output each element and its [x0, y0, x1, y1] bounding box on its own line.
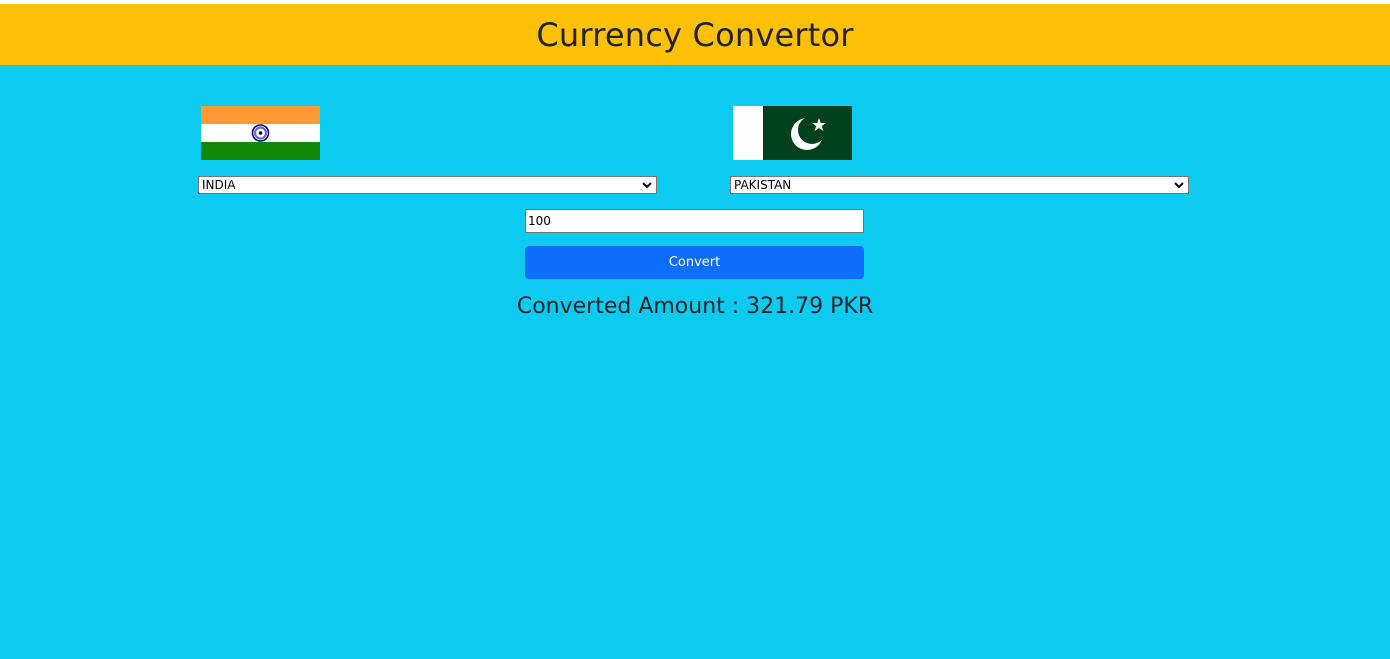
chevron-down-icon: [1174, 182, 1184, 189]
converted-amount-text: Converted Amount : 321.79 PKR: [516, 294, 874, 319]
from-country-select[interactable]: INDIA: [198, 176, 657, 194]
convert-button[interactable]: Convert: [525, 246, 864, 279]
amount-input[interactable]: [525, 209, 864, 233]
app-header: Currency Convertor: [0, 4, 1390, 65]
converter-panel: INDIA PAKISTAN Convert Converted Amount …: [0, 65, 1390, 659]
from-country-value: INDIA: [202, 178, 236, 192]
page-title: Currency Convertor: [536, 15, 854, 54]
india-flag-icon: [201, 106, 320, 160]
chevron-down-icon: [642, 182, 652, 189]
to-country-value: PAKISTAN: [734, 178, 792, 192]
to-country-select[interactable]: PAKISTAN: [730, 176, 1189, 194]
pakistan-flag-icon: [733, 106, 852, 160]
